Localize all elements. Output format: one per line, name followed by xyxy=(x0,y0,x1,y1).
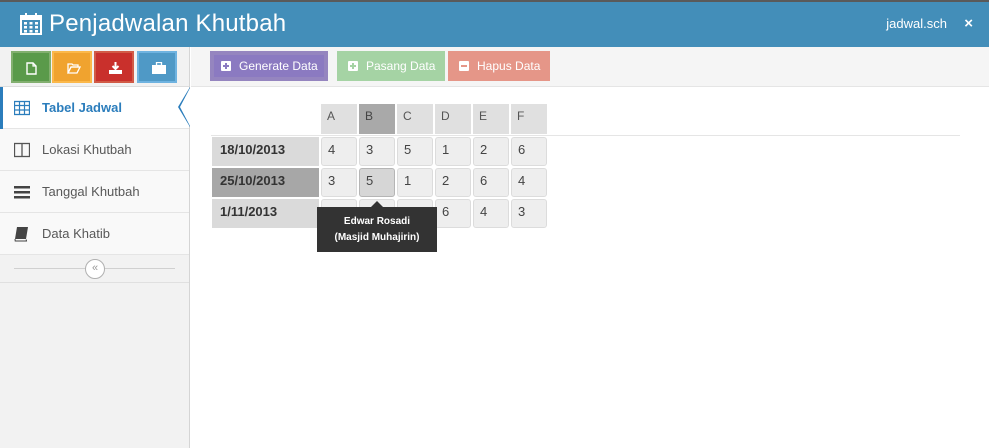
khatib-tooltip: Edwar Rosadi (Masjid Muhajirin) xyxy=(317,207,437,252)
tooltip-location: (Masjid Muhajirin) xyxy=(334,232,420,243)
sidebar-item-data-khatib[interactable]: Data Khatib xyxy=(0,213,189,255)
row-header[interactable]: 25/10/2013 xyxy=(212,168,319,197)
sidebar-collapse-row: « xyxy=(0,255,189,283)
table-cell[interactable]: 3 xyxy=(511,199,547,228)
open-folder-button[interactable] xyxy=(52,51,92,83)
book-icon xyxy=(14,227,28,242)
calendar-icon xyxy=(20,13,42,35)
download-button[interactable] xyxy=(94,51,134,83)
table-cell[interactable]: 6 xyxy=(473,168,509,197)
table-cell-selected[interactable]: 5 xyxy=(359,168,395,197)
briefcase-button[interactable] xyxy=(137,51,177,83)
briefcase-icon xyxy=(152,62,166,74)
column-header[interactable]: D xyxy=(435,104,471,134)
sidebar-item-lokasi-khutbah[interactable]: Lokasi Khutbah xyxy=(0,129,189,171)
list-icon xyxy=(14,186,30,199)
column-header[interactable]: C xyxy=(397,104,433,134)
table-cell[interactable]: 1 xyxy=(435,137,471,166)
sidebar-item-label: Tabel Jadwal xyxy=(42,100,122,115)
plus-icon xyxy=(348,61,358,71)
table-cell[interactable]: 6 xyxy=(435,199,471,228)
table-cell[interactable]: 2 xyxy=(473,137,509,166)
new-file-button[interactable] xyxy=(11,51,51,83)
sidebar-item-tabel-jadwal[interactable]: Tabel Jadwal xyxy=(0,87,190,129)
table-cell[interactable]: 4 xyxy=(511,168,547,197)
sidebar-item-label: Lokasi Khutbah xyxy=(42,142,132,157)
collapse-sidebar-icon[interactable]: « xyxy=(85,259,105,279)
column-header[interactable]: F xyxy=(511,104,547,134)
table-cell[interactable]: 3 xyxy=(321,168,357,197)
plus-icon xyxy=(221,61,231,71)
table-cell[interactable]: 3 xyxy=(359,137,395,166)
generate-data-label: Generate Data xyxy=(239,59,318,73)
tooltip-name: Edwar Rosadi xyxy=(343,216,411,227)
minus-icon xyxy=(459,61,469,71)
table-cell[interactable]: 1 xyxy=(397,168,433,197)
sidebar-shortcuts xyxy=(0,47,189,87)
file-name-label: jadwal.sch xyxy=(886,16,947,31)
row-header[interactable]: 1/11/2013 xyxy=(212,199,319,228)
new-file-icon xyxy=(26,62,37,75)
sidebar-item-label: Data Khatib xyxy=(42,226,110,241)
hapus-data-label: Hapus Data xyxy=(477,59,541,73)
sidebar: Tabel Jadwal Lokasi Khutbah Tanggal Khut… xyxy=(0,47,190,448)
generate-data-button[interactable]: Generate Data xyxy=(210,51,328,81)
column-header[interactable]: E xyxy=(473,104,509,134)
sidebar-item-label: Tanggal Khutbah xyxy=(42,184,140,199)
pasang-data-label: Pasang Data xyxy=(366,59,436,73)
app-title: Penjadwalan Khutbah xyxy=(49,10,287,37)
table-cell[interactable]: 4 xyxy=(321,137,357,166)
table-cell[interactable]: 5 xyxy=(397,137,433,166)
table-cell[interactable]: 6 xyxy=(511,137,547,166)
table-cell[interactable]: 4 xyxy=(473,199,509,228)
download-icon xyxy=(109,62,122,74)
table-icon xyxy=(14,100,30,116)
column-header[interactable]: A xyxy=(321,104,357,134)
close-button[interactable]: × xyxy=(964,15,973,33)
open-folder-icon xyxy=(67,63,81,74)
table-cell[interactable]: 2 xyxy=(435,168,471,197)
columns-icon xyxy=(14,142,30,158)
column-header[interactable]: B xyxy=(359,104,395,134)
pasang-data-button[interactable]: Pasang Data xyxy=(337,51,446,81)
row-header[interactable]: 18/10/2013 xyxy=(212,137,319,166)
sidebar-item-tanggal-khutbah[interactable]: Tanggal Khutbah xyxy=(0,171,189,213)
toolbar: Generate Data Pasang Data Hapus Data xyxy=(191,47,989,87)
title-bar: Penjadwalan Khutbah jadwal.sch × xyxy=(0,0,989,47)
hapus-data-button[interactable]: Hapus Data xyxy=(448,51,551,81)
